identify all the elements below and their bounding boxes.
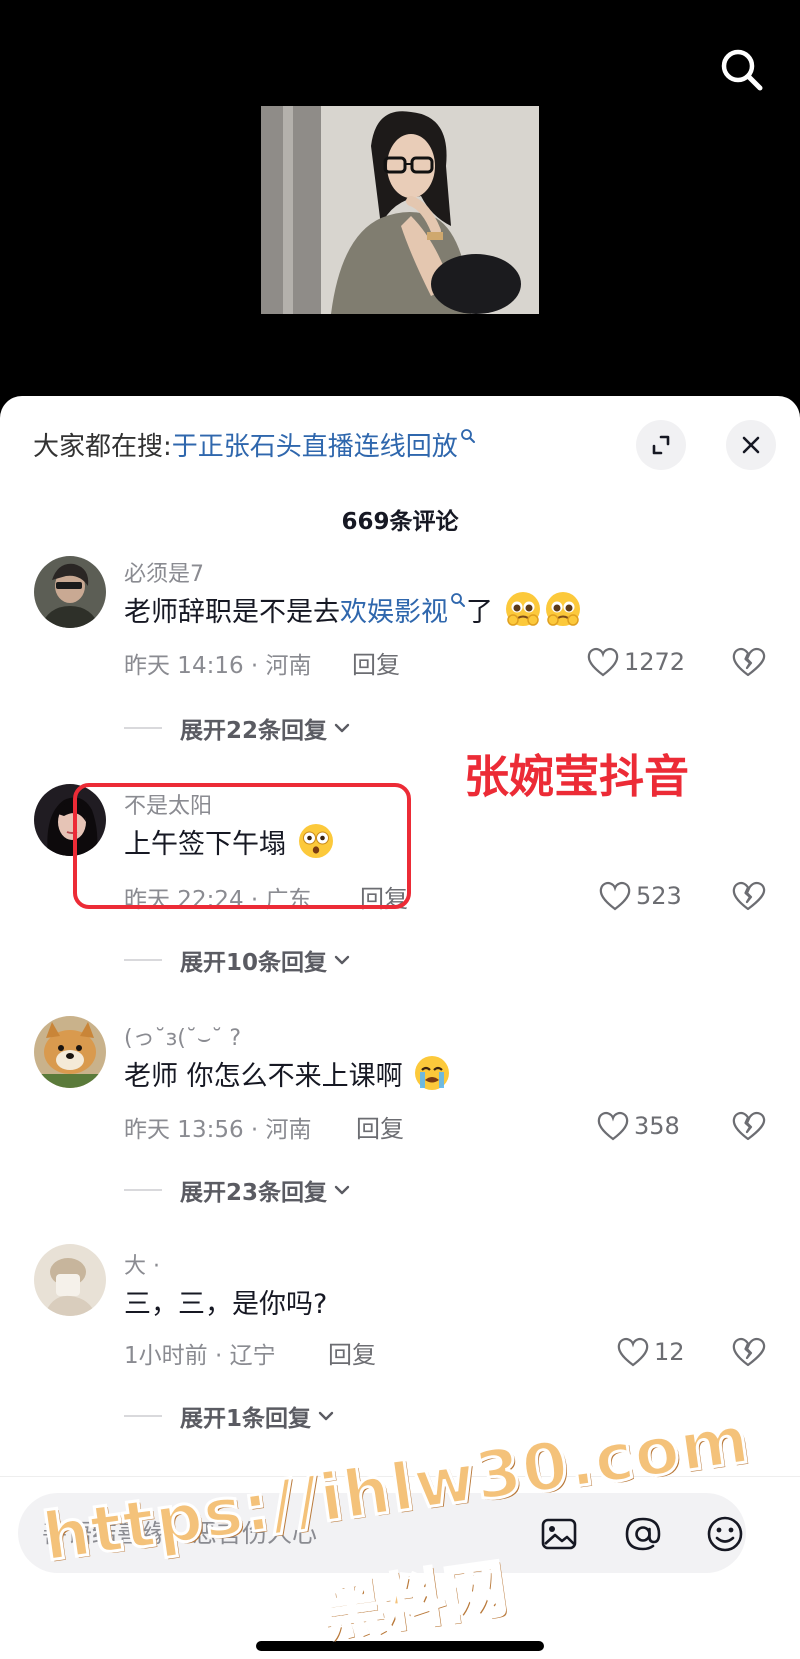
comment-link[interactable]: 欢娱影视: [340, 597, 448, 628]
broken-heart-icon[interactable]: [730, 1334, 766, 1370]
image-icon[interactable]: [538, 1513, 580, 1555]
expand-replies-button[interactable]: 展开23条回复: [124, 1172, 353, 1208]
trending-search-bar: 大家都在搜:于正张石头直播连线回放: [0, 396, 800, 492]
comment-input-bar: [0, 1476, 800, 1659]
comment-text: 老师辞职是不是去欢娱影视了: [124, 590, 582, 629]
like-count: 523: [636, 882, 682, 910]
comment-username[interactable]: 必须是7: [124, 556, 204, 588]
like-button[interactable]: 358: [596, 1108, 680, 1144]
trending-prefix: 大家都在搜:: [33, 432, 172, 462]
trending-query-link[interactable]: 于正张石头直播连线回放: [172, 432, 458, 462]
broken-heart-icon[interactable]: [730, 1108, 766, 1144]
comment-item: 必须是7 老师辞职是不是去欢娱影视了 昨天 14:16 · 河南 回复 1272…: [0, 548, 800, 748]
reply-button[interactable]: 回复: [352, 645, 400, 680]
search-icon: [721, 49, 763, 91]
home-indicator: [256, 1641, 544, 1651]
comment-time-location: 昨天 13:56 · 河南: [124, 1117, 312, 1143]
at-mention-icon[interactable]: [622, 1513, 664, 1555]
heart-icon: [617, 1337, 649, 1367]
comment-count-title: 669条评论: [341, 509, 459, 535]
pleading-face-emoji: [545, 592, 580, 626]
comment-text: 三，三，是你吗?: [124, 1289, 328, 1320]
like-count: 1272: [624, 648, 686, 676]
comment-time-location: 昨天 14:16 · 河南: [124, 653, 312, 679]
comment-item: (っ˘з(˘⌣˘ ? 老师 你怎么不来上课啊 昨天 13:56 · 河南 回复 …: [0, 1012, 800, 1212]
like-button[interactable]: 12: [616, 1334, 685, 1370]
avatar-image: [34, 1016, 106, 1088]
video-thumbnail[interactable]: [261, 106, 539, 314]
expand-replies-button[interactable]: 展开22条回复: [124, 710, 353, 746]
heart-icon: [587, 647, 619, 677]
like-count: 12: [654, 1338, 685, 1366]
crying-face-emoji: [415, 1056, 450, 1090]
broken-heart-icon[interactable]: [730, 644, 766, 680]
comment-input[interactable]: [42, 1513, 482, 1553]
comment-username[interactable]: 大 ·: [124, 1248, 160, 1280]
chevron-down-icon: [334, 1185, 350, 1195]
small-search-icon: [460, 429, 475, 443]
chevron-down-icon: [318, 1411, 334, 1421]
comment-item: 大 · 三，三，是你吗? 1小时前 · 辽宁 回复 12 展开1条回复: [0, 1240, 800, 1440]
like-button[interactable]: 523: [598, 878, 682, 914]
expand-replies-button[interactable]: 展开1条回复: [124, 1398, 337, 1434]
reply-button[interactable]: 回复: [328, 1335, 376, 1370]
reply-button[interactable]: 回复: [356, 1109, 404, 1144]
video-area: [0, 0, 800, 410]
comment-username[interactable]: (っ˘з(˘⌣˘ ?: [124, 1020, 241, 1052]
heart-icon: [597, 1111, 629, 1141]
close-button[interactable]: [726, 420, 776, 470]
broken-heart-icon[interactable]: [730, 878, 766, 914]
comment-input-container: [18, 1493, 746, 1573]
like-button[interactable]: 1272: [586, 644, 685, 680]
chevron-down-icon: [334, 955, 350, 965]
comment-text: 老师 你怎么不来上课啊: [124, 1054, 451, 1093]
avatar-image: [34, 1244, 106, 1316]
annotation-label: 张婉莹抖音: [464, 750, 690, 803]
emoji-icon[interactable]: [704, 1513, 746, 1555]
avatar[interactable]: [34, 1016, 106, 1088]
expand-icon: [652, 435, 670, 455]
close-icon: [742, 436, 760, 454]
heart-icon: [599, 881, 631, 911]
fullscreen-button[interactable]: [636, 420, 686, 470]
search-button[interactable]: [712, 40, 772, 100]
expand-replies-button[interactable]: 展开10条回复: [124, 942, 353, 978]
chevron-down-icon: [334, 723, 350, 733]
avatar[interactable]: [34, 1244, 106, 1316]
like-count: 358: [634, 1112, 680, 1140]
comment-time-location: 1小时前 · 辽宁: [124, 1343, 276, 1369]
small-search-icon: [451, 593, 465, 607]
highlight-box: [73, 783, 411, 909]
person-photo-image: [261, 106, 539, 314]
avatar-image: [34, 556, 106, 628]
pleading-face-emoji: [505, 592, 540, 626]
avatar[interactable]: [34, 556, 106, 628]
